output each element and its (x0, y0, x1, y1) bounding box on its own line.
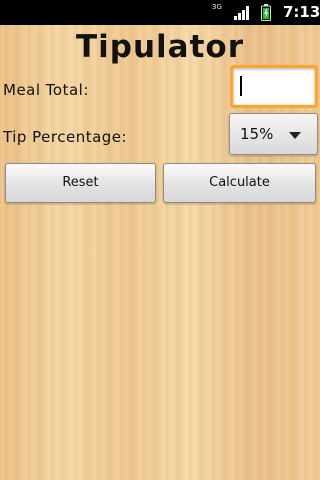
tip-percentage-label: Tip Percentage: (3, 128, 128, 146)
meal-total-label: Meal Total: (3, 81, 89, 99)
phone-screen: 3G 7:13 Tipulator Meal Total: Tip Percen… (0, 0, 320, 480)
tipulator-form: Tipulator Meal Total: Tip Percentage: 15… (0, 25, 320, 480)
text-cursor (240, 76, 242, 96)
meal-total-input[interactable] (230, 65, 318, 108)
app-title: Tipulator (76, 29, 244, 65)
tip-percentage-selected-value: 15% (240, 125, 274, 143)
reset-button[interactable]: Reset (5, 163, 156, 203)
status-bar: 3G 7:13 (0, 0, 320, 25)
battery-icon (261, 4, 271, 21)
chevron-down-icon (289, 132, 301, 139)
cellular-signal-icon (234, 6, 249, 20)
tip-percentage-dropdown[interactable]: 15% (229, 113, 318, 155)
network-type: 3G (212, 3, 222, 11)
calculate-button[interactable]: Calculate (163, 163, 316, 203)
status-time: 7:13 (283, 3, 320, 21)
